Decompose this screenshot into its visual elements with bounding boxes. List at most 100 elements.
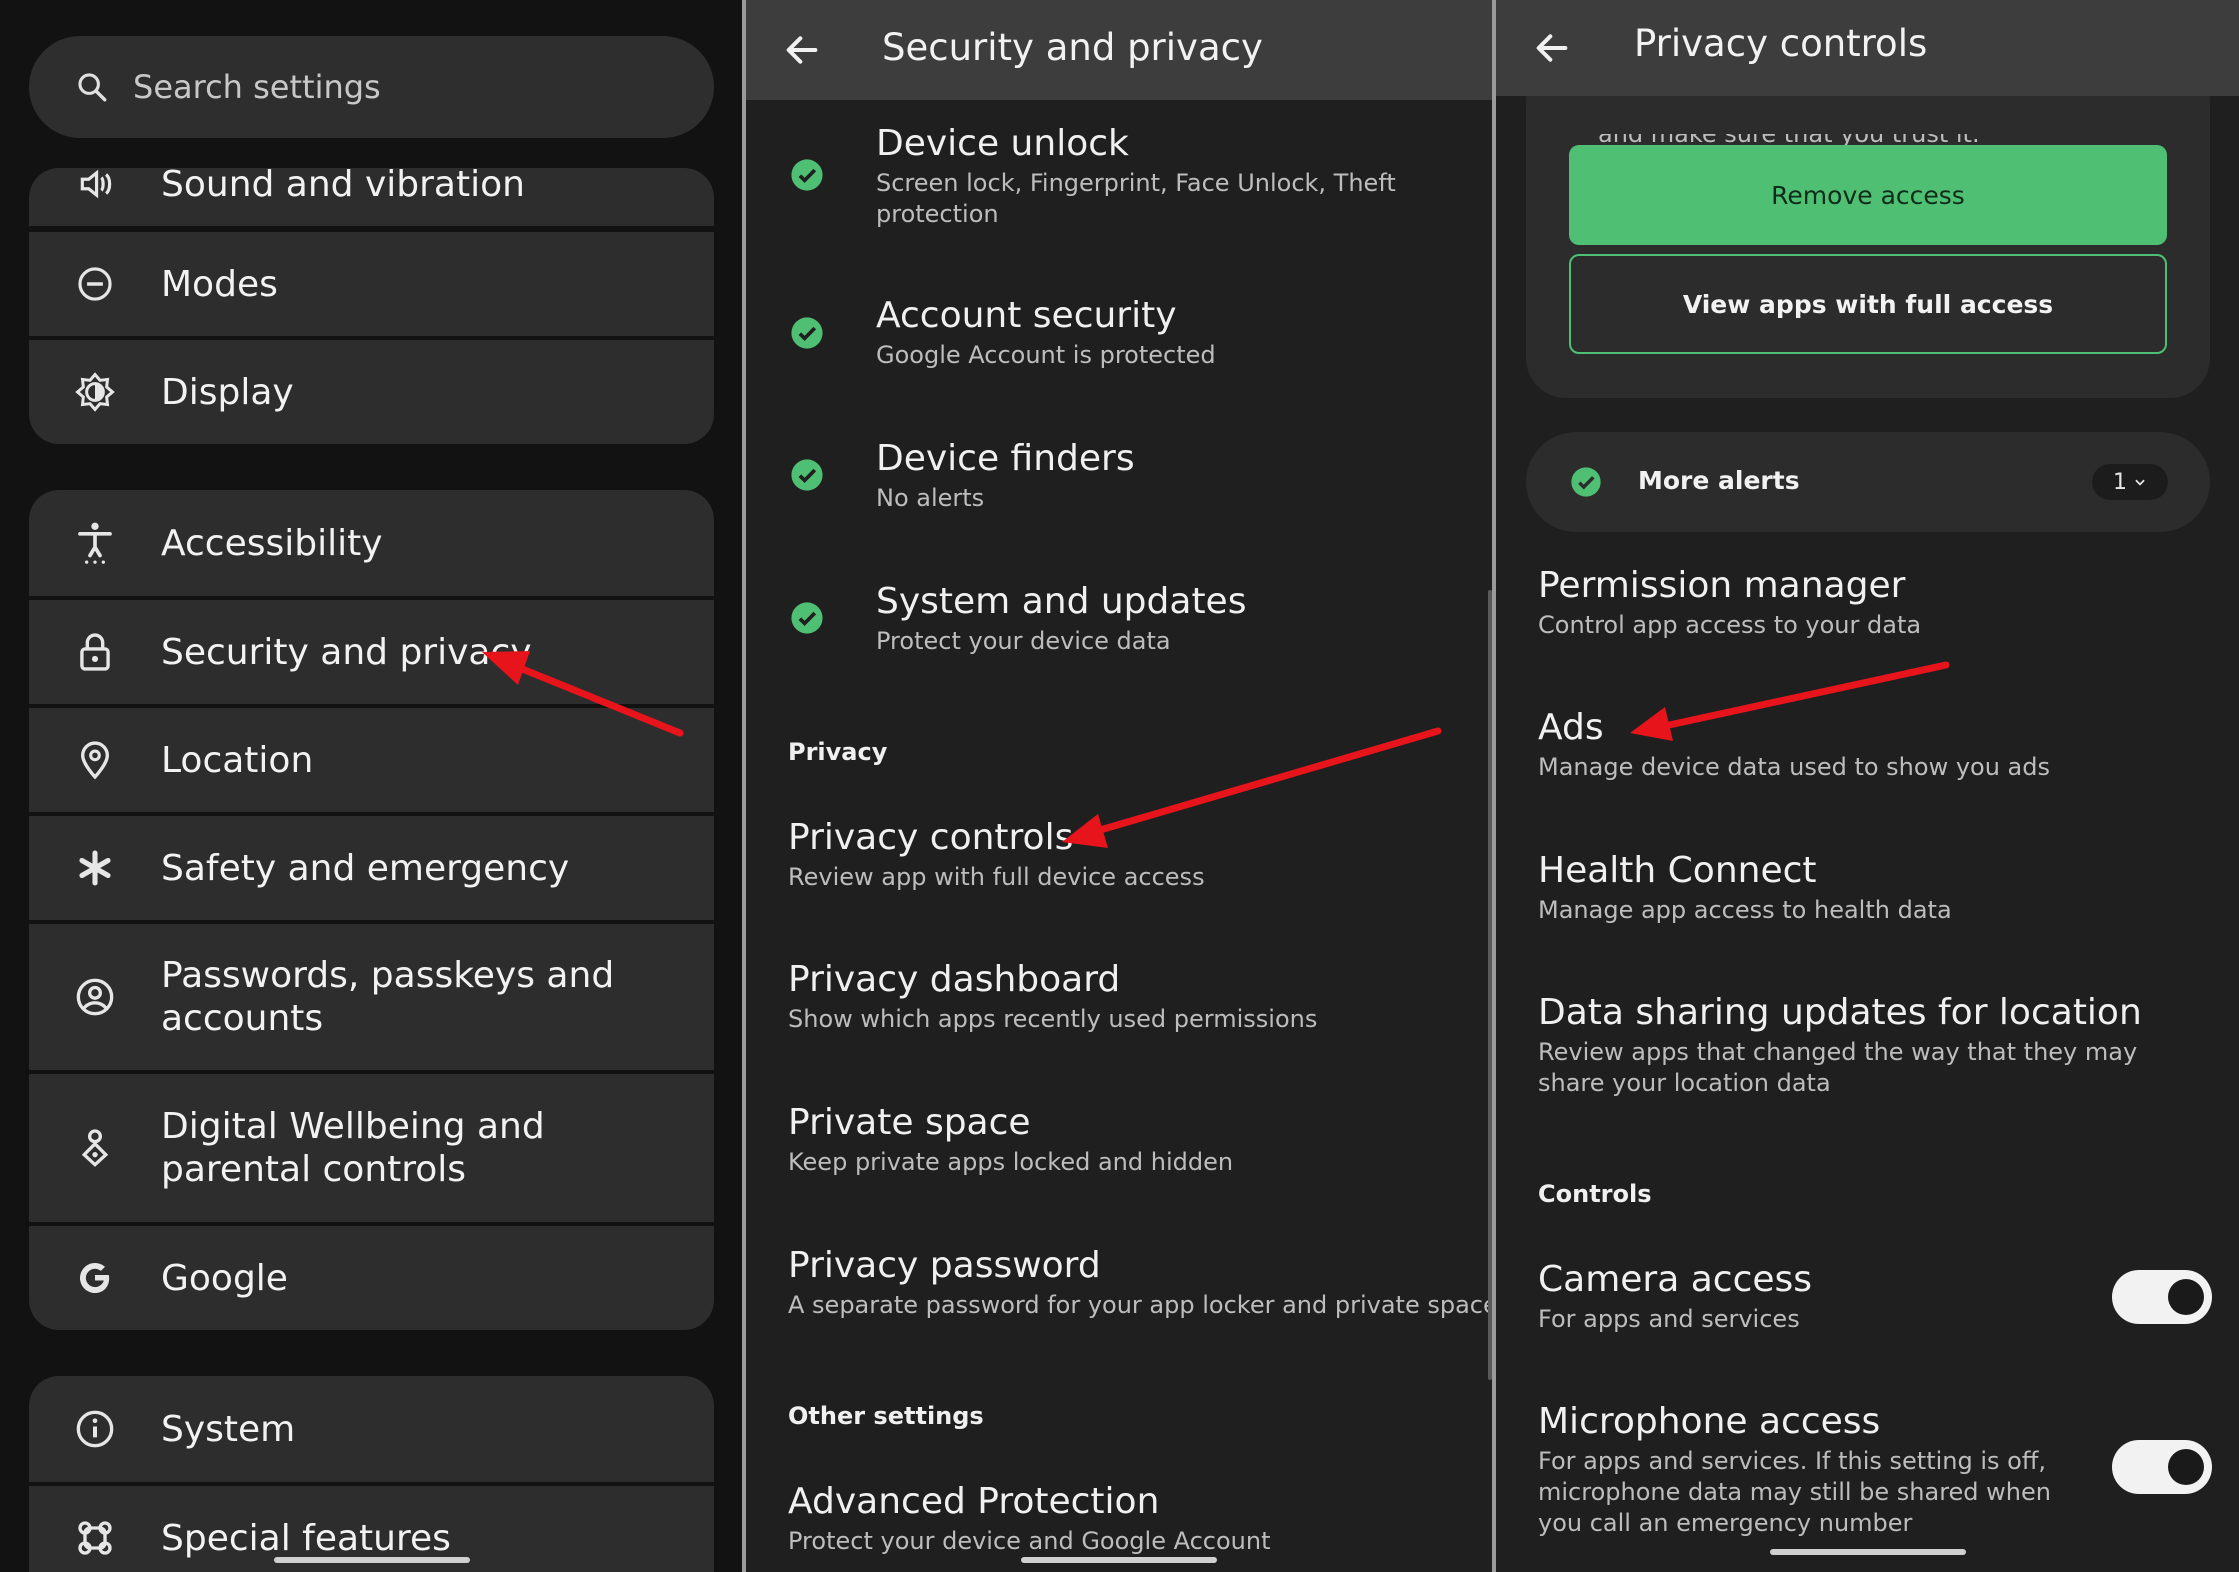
item-title: Permission manager	[1538, 565, 1906, 606]
alerts-count: 1	[2113, 469, 2127, 495]
item-subtitle: Review apps that changed the way that th…	[1538, 1038, 2138, 1097]
chevron-down-icon	[2135, 479, 2145, 486]
settings-item-label: Accessibility	[161, 522, 383, 564]
page-title: Security and privacy	[882, 26, 1263, 69]
item-subtitle: For apps and services	[1538, 1305, 1800, 1333]
list-item-ads[interactable]: Ads Manage device data used to show you …	[1538, 706, 2198, 783]
privacy-controls-panel: and make sure that you trust it. Privacy…	[1496, 0, 2239, 1572]
item-subtitle: Manage app access to health data	[1538, 896, 1952, 924]
settings-item-label: Security and privacy	[161, 631, 532, 673]
list-item-privacy-password[interactable]: Privacy password A separate password for…	[788, 1244, 1492, 1321]
status-item-device-unlock[interactable]: Device unlock Screen lock, Fingerprint, …	[876, 122, 1456, 230]
list-item-private-space[interactable]: Private space Keep private apps locked a…	[788, 1101, 1468, 1178]
item-title: Microphone access	[1538, 1401, 1881, 1442]
settings-item-safety[interactable]: Safety and emergency	[29, 816, 714, 920]
modes-icon	[73, 262, 117, 306]
more-alerts-bar[interactable]: More alerts 1	[1526, 432, 2210, 532]
settings-item-label: Modes	[161, 263, 278, 305]
toggle-item-microphone-access[interactable]: Microphone access For apps and services.…	[1538, 1400, 2098, 1539]
toggle-item-camera-access[interactable]: Camera access For apps and services	[1538, 1258, 2078, 1335]
check-circle-icon	[791, 159, 823, 191]
section-header-other-settings: Other settings	[788, 1402, 984, 1430]
settings-item-label: Special features	[161, 1517, 451, 1559]
item-title: Advanced Protection	[788, 1481, 1160, 1522]
item-title: System and updates	[876, 581, 1247, 622]
app-bar: Security and privacy	[746, 0, 1492, 100]
settings-item-label: Passwords, passkeys and accounts	[161, 955, 615, 1039]
status-item-account-security[interactable]: Account security Google Account is prote…	[876, 294, 1456, 371]
remove-access-button[interactable]: Remove access	[1569, 145, 2167, 245]
item-subtitle: Review app with full device access	[788, 863, 1205, 891]
settings-item-label: Google	[161, 1257, 288, 1299]
item-subtitle: For apps and services. If this setting i…	[1538, 1447, 2051, 1537]
check-circle-icon	[791, 317, 823, 349]
google-g-icon	[73, 1256, 117, 1300]
section-header-privacy: Privacy	[788, 738, 888, 766]
home-indicator[interactable]	[1021, 1557, 1217, 1563]
item-title: Device finders	[876, 438, 1135, 479]
check-circle-icon	[791, 459, 823, 491]
settings-item-system[interactable]: System	[29, 1376, 714, 1482]
item-subtitle: No alerts	[876, 484, 985, 512]
check-circle-icon	[791, 602, 823, 634]
alerts-count-badge[interactable]: 1	[2092, 464, 2168, 500]
item-subtitle: Protect your device data	[876, 627, 1171, 655]
item-title: Private space	[788, 1102, 1031, 1143]
search-bar[interactable]: Search settings	[29, 36, 714, 138]
item-subtitle: Manage device data used to show you ads	[1538, 753, 2051, 781]
view-apps-full-access-button[interactable]: View apps with full access	[1569, 254, 2167, 354]
home-indicator[interactable]	[274, 1557, 470, 1563]
settings-panel: Search settings Sound and vibration Mode…	[0, 0, 742, 1572]
item-title: Privacy password	[788, 1245, 1101, 1286]
settings-item-modes[interactable]: Modes	[29, 232, 714, 336]
settings-item-label: Safety and emergency	[161, 847, 570, 889]
settings-item-label: Location	[161, 739, 314, 781]
settings-item-display[interactable]: Display	[29, 340, 714, 444]
item-title: Camera access	[1538, 1259, 1813, 1300]
settings-item-label: Display	[161, 371, 294, 413]
list-item-advanced-protection[interactable]: Advanced Protection Protect your device …	[788, 1480, 1468, 1557]
settings-item-wellbeing[interactable]: Digital Wellbeing and parental controls	[29, 1074, 714, 1222]
item-subtitle: Protect your device and Google Account	[788, 1527, 1271, 1555]
camera-access-toggle[interactable]	[2112, 1270, 2212, 1324]
item-title: Data sharing updates for location	[1538, 992, 2142, 1033]
item-title: Privacy controls	[788, 817, 1074, 858]
check-circle-icon	[1571, 467, 1601, 497]
status-item-system-updates[interactable]: System and updates Protect your device d…	[876, 580, 1456, 657]
back-arrow-icon[interactable]	[1532, 28, 1572, 68]
list-item-privacy-controls[interactable]: Privacy controls Review app with full de…	[788, 816, 1468, 893]
item-title: Health Connect	[1538, 850, 1817, 891]
item-title: Device unlock	[876, 123, 1129, 164]
toggle-knob	[2168, 1279, 2204, 1315]
status-item-device-finders[interactable]: Device finders No alerts	[876, 437, 1456, 514]
more-alerts-label: More alerts	[1638, 466, 1800, 495]
settings-item-passwords[interactable]: Passwords, passkeys and accounts	[29, 924, 714, 1070]
back-arrow-icon[interactable]	[782, 30, 822, 70]
location-pin-icon	[73, 738, 117, 782]
list-item-permission-manager[interactable]: Permission manager Control app access to…	[1538, 564, 2198, 641]
list-item-data-sharing-updates[interactable]: Data sharing updates for location Review…	[1538, 991, 2198, 1099]
item-subtitle: Google Account is protected	[876, 341, 1216, 369]
settings-item-location[interactable]: Location	[29, 708, 714, 812]
settings-item-sound[interactable]: Sound and vibration	[29, 168, 714, 226]
settings-item-accessibility[interactable]: Accessibility	[29, 490, 714, 596]
page-title: Privacy controls	[1634, 22, 1928, 65]
account-circle-icon	[73, 975, 117, 1019]
settings-item-label: System	[161, 1408, 296, 1450]
microphone-access-toggle[interactable]	[2112, 1440, 2212, 1494]
list-item-privacy-dashboard[interactable]: Privacy dashboard Show which apps recent…	[788, 958, 1468, 1035]
list-item-health-connect[interactable]: Health Connect Manage app access to heal…	[1538, 849, 2198, 926]
settings-item-security-privacy[interactable]: Security and privacy	[29, 600, 714, 704]
brightness-icon	[73, 370, 117, 414]
home-indicator[interactable]	[1770, 1549, 1966, 1555]
item-subtitle: Keep private apps locked and hidden	[788, 1148, 1234, 1176]
wellbeing-icon	[73, 1126, 117, 1170]
speaker-icon	[73, 168, 117, 206]
accessibility-icon	[73, 521, 117, 565]
toggle-knob	[2168, 1449, 2204, 1485]
settings-item-google[interactable]: Google	[29, 1226, 714, 1330]
item-title: Account security	[876, 295, 1177, 336]
info-icon	[73, 1407, 117, 1451]
app-bar: Privacy controls	[1496, 0, 2239, 96]
settings-item-label: Sound and vibration	[161, 168, 525, 205]
